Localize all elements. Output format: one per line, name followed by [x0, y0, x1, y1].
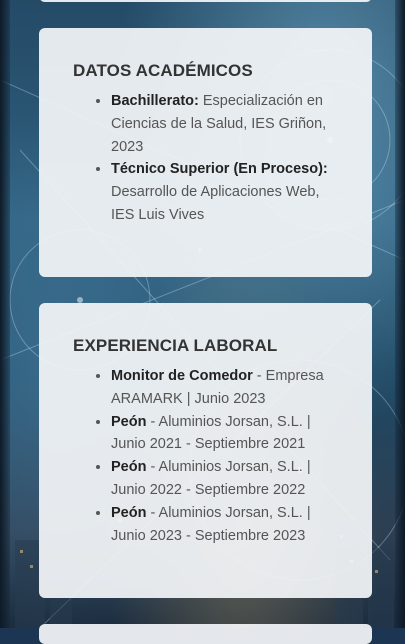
previous-section-card: [39, 0, 372, 2]
list-item-label: Monitor de Comedor: [111, 368, 253, 384]
list-item-label: Técnico Superior (En Proceso):: [111, 161, 328, 178]
next-section-card: [39, 624, 372, 644]
list-item-label: Bachillerato:: [111, 93, 199, 109]
list-item: Monitor de Comedor - Empresa ARAMARK | J…: [111, 365, 342, 411]
list-item-label: Peón: [111, 413, 147, 430]
list-item: Bachillerato: Especialización en Ciencia…: [111, 90, 342, 158]
list-item-text: Desarrollo de Aplicaciones Web, IES Luis…: [111, 184, 320, 223]
work-experience-section: EXPERIENCIA LABORAL Monitor de Comedor -…: [39, 303, 372, 598]
list-item: Peón - Aluminios Jorsan, S.L. | Junio 20…: [111, 502, 342, 548]
academic-section: DATOS ACADÉMICOS Bachillerato: Especiali…: [39, 28, 372, 277]
academic-section-title: DATOS ACADÉMICOS: [73, 61, 253, 80]
list-item: Técnico Superior (En Proceso): Desarroll…: [111, 158, 342, 226]
academic-list: Bachillerato: Especialización en Ciencia…: [73, 90, 342, 227]
list-item: Peón - Aluminios Jorsan, S.L. | Junio 20…: [111, 456, 342, 502]
work-section-title: EXPERIENCIA LABORAL: [73, 336, 278, 355]
left-border-shadow: [0, 0, 10, 628]
list-item: Peón - Aluminios Jorsan, S.L. | Junio 20…: [111, 411, 342, 457]
list-item-label: Peón: [111, 504, 147, 521]
list-item-label: Peón: [111, 459, 147, 476]
work-list: Monitor de Comedor - Empresa ARAMARK | J…: [73, 365, 342, 547]
right-border-shadow: [395, 0, 405, 628]
